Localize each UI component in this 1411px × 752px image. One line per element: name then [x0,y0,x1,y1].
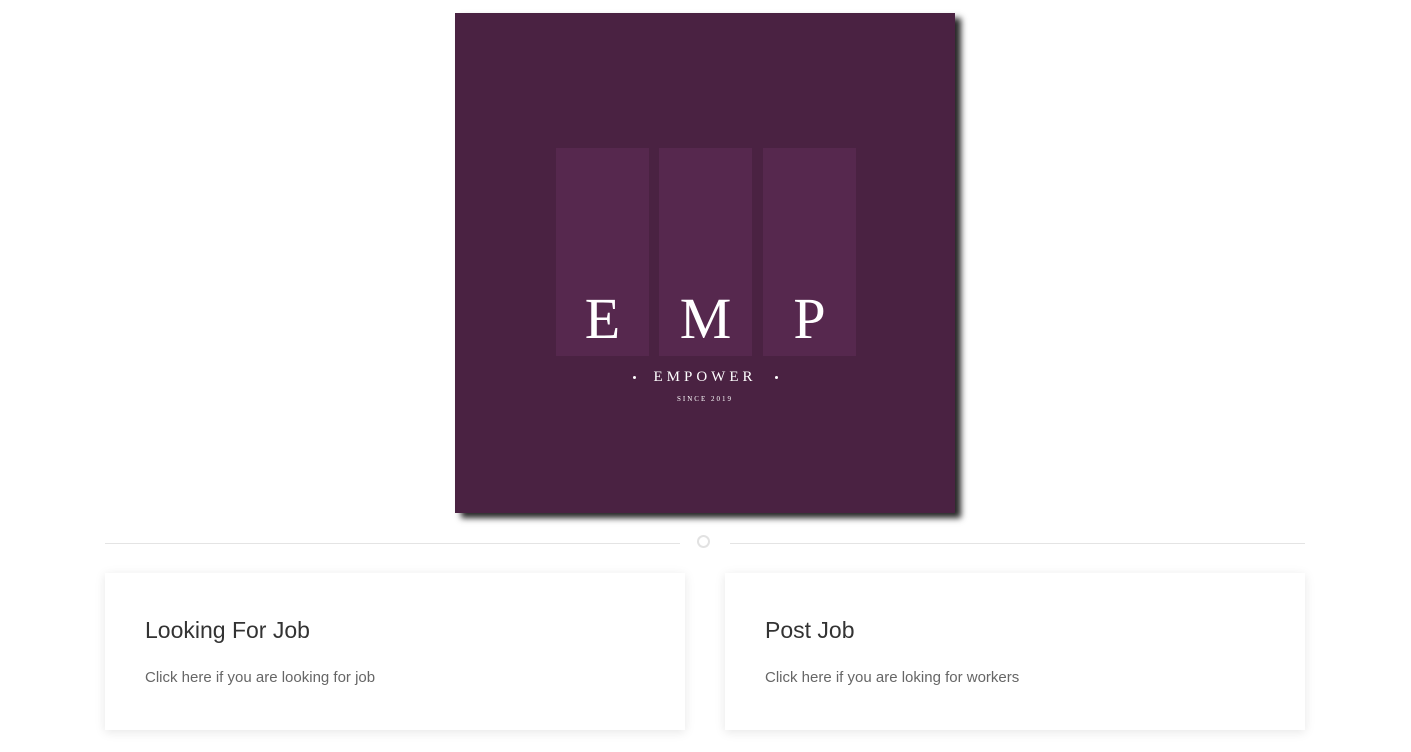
card-description: Click here if you are looking for job [145,669,376,686]
page: E M P EMPOWER SINCE 2019 Looking For Job… [0,0,1411,752]
dot-icon [774,376,778,380]
divider-circle-icon [697,535,710,548]
card-description: Click here if you are loking for workers [765,669,1020,686]
card-title: Looking For Job [145,617,310,643]
logo-letter-e: E [584,286,621,351]
card-title: Post Job [765,617,855,643]
logo-letter-p: P [793,286,826,351]
logo-since: SINCE 2019 [677,395,733,403]
logo-brand-row: EMPOWER [455,369,955,386]
divider-right [730,543,1305,544]
post-job-card[interactable]: Post Job Click here if you are loking fo… [725,573,1305,730]
looking-for-job-card[interactable]: Looking For Job Click here if you are lo… [105,573,685,730]
logo-letter-m: M [679,286,732,351]
logo-bar-e: E [556,148,649,356]
logo-brand-name: EMPOWER [653,369,757,385]
divider-left [105,543,680,544]
logo-bar-p: P [763,148,856,356]
dot-icon [632,376,636,380]
empower-logo: E M P EMPOWER SINCE 2019 [455,13,955,513]
logo-bar-m: M [659,148,752,356]
